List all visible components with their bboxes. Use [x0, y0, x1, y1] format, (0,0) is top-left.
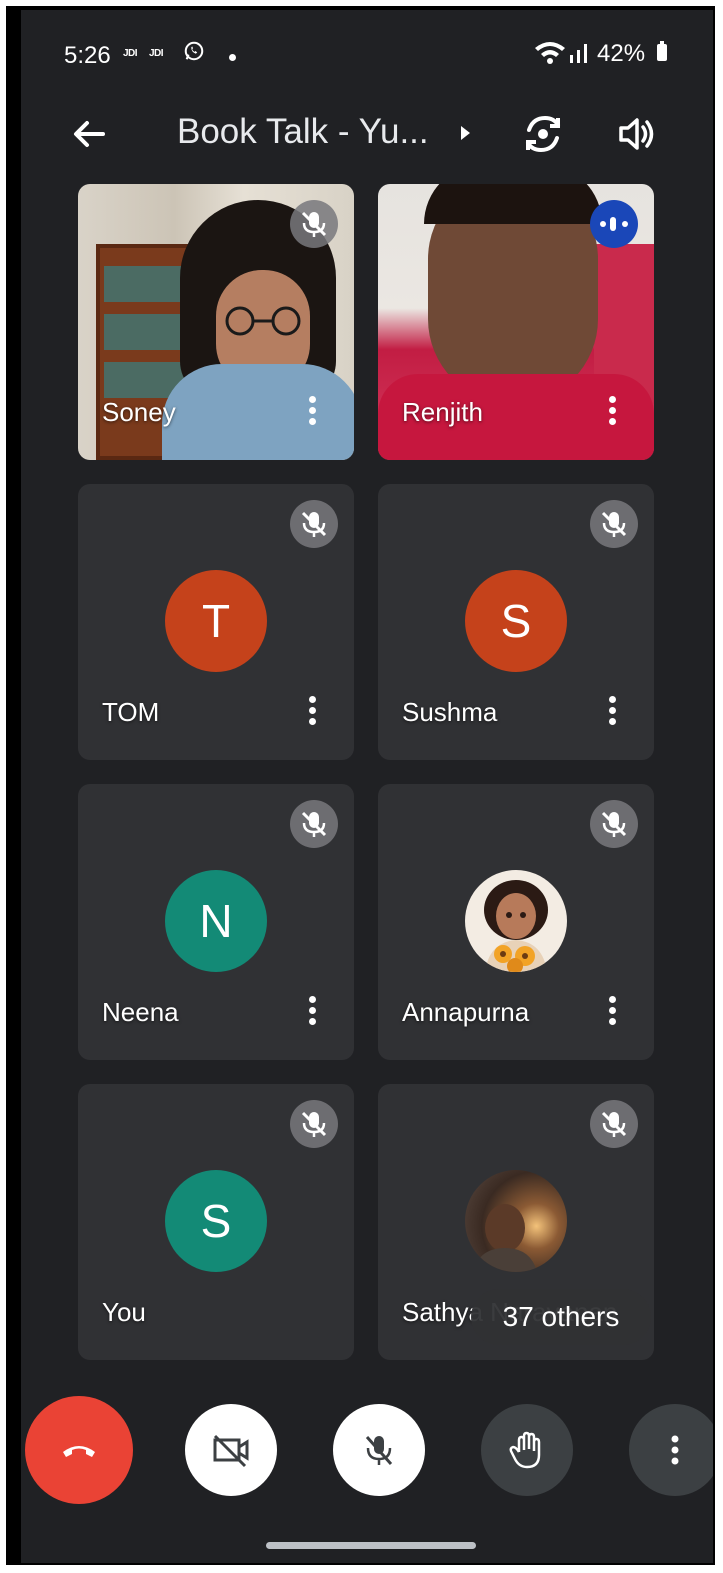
status-bar: 5:26 JDI JDI 42% — [21, 10, 713, 94]
participant-tile-tom[interactable]: T TOM — [78, 484, 354, 760]
mic-off-icon — [590, 500, 638, 548]
microphone-toggle-button[interactable] — [333, 1404, 425, 1496]
whatsapp-icon — [184, 41, 204, 61]
participant-tile-neena[interactable]: N Neena — [78, 784, 354, 1060]
caret-right-icon[interactable] — [461, 126, 470, 140]
raise-hand-button[interactable] — [481, 1404, 573, 1496]
avatar — [465, 870, 567, 972]
jio-icon-1: JDI — [123, 48, 138, 59]
participant-name: Sushma — [402, 697, 498, 727]
raise-hand-icon — [509, 1431, 541, 1469]
speaker-icon[interactable] — [615, 112, 659, 156]
participant-tile-sushma[interactable]: S Sushma — [378, 484, 654, 760]
battery-icon — [657, 41, 667, 61]
end-call-icon — [63, 1446, 95, 1457]
participant-tile-soney[interactable]: Soney — [78, 184, 354, 460]
mic-off-icon — [365, 1436, 393, 1465]
mic-off-icon — [590, 1100, 638, 1148]
participant-name: Neena — [102, 997, 179, 1027]
participant-name: TOM — [102, 697, 160, 727]
more-vert-icon[interactable] — [300, 392, 324, 432]
camera-off-icon — [213, 1434, 249, 1468]
signal-icon — [570, 44, 587, 63]
notification-dot — [229, 54, 236, 61]
back-arrow-icon[interactable] — [67, 112, 111, 156]
more-vert-icon[interactable] — [600, 392, 624, 432]
mic-off-icon — [590, 800, 638, 848]
participant-name: You — [102, 1297, 146, 1327]
glasses — [225, 306, 301, 336]
more-options-button[interactable] — [629, 1404, 713, 1496]
avatar — [465, 1170, 567, 1272]
status-time: 5:26 — [64, 42, 111, 69]
more-vert-icon[interactable] — [300, 692, 324, 732]
meeting-title[interactable]: Book Talk - Yu... — [177, 112, 429, 152]
avatar: N — [165, 870, 267, 972]
more-vert-icon[interactable] — [600, 692, 624, 732]
participant-name: Renjith — [402, 397, 483, 427]
jio-icon-2: JDI — [149, 48, 164, 59]
avatar: S — [165, 1170, 267, 1272]
battery-percent: 42% — [597, 40, 646, 67]
call-header: Book Talk - Yu... — [21, 94, 713, 174]
avatar: T — [165, 570, 267, 672]
participant-tile-you[interactable]: S You — [78, 1084, 354, 1360]
avatar: S — [465, 570, 567, 672]
participant-tile-renjith[interactable]: Renjith — [378, 184, 654, 460]
more-vert-icon — [671, 1435, 679, 1465]
participant-name: Soney — [102, 397, 176, 427]
others-count-pill[interactable]: 37 others — [471, 1289, 651, 1345]
device-frame: 5:26 JDI JDI 42% Book Talk - Yu... Soney… — [6, 6, 715, 1565]
mic-off-icon — [290, 500, 338, 548]
camera-toggle-button[interactable] — [185, 1404, 277, 1496]
end-call-button[interactable] — [25, 1396, 133, 1504]
more-vert-icon[interactable] — [600, 992, 624, 1032]
more-vert-icon[interactable] — [300, 992, 324, 1032]
participant-tile-annapurna[interactable]: Annapurna — [378, 784, 654, 1060]
speaking-indicator-icon — [590, 200, 638, 248]
flip-camera-icon[interactable] — [521, 112, 565, 156]
mic-off-icon — [290, 200, 338, 248]
wifi-icon — [535, 42, 565, 64]
mic-off-icon — [290, 800, 338, 848]
home-indicator[interactable] — [266, 1542, 476, 1549]
participant-name: Annapurna — [402, 997, 530, 1027]
meet-call-screen: 5:26 JDI JDI 42% Book Talk - Yu... Soney… — [21, 10, 713, 1563]
mic-off-icon — [290, 1100, 338, 1148]
